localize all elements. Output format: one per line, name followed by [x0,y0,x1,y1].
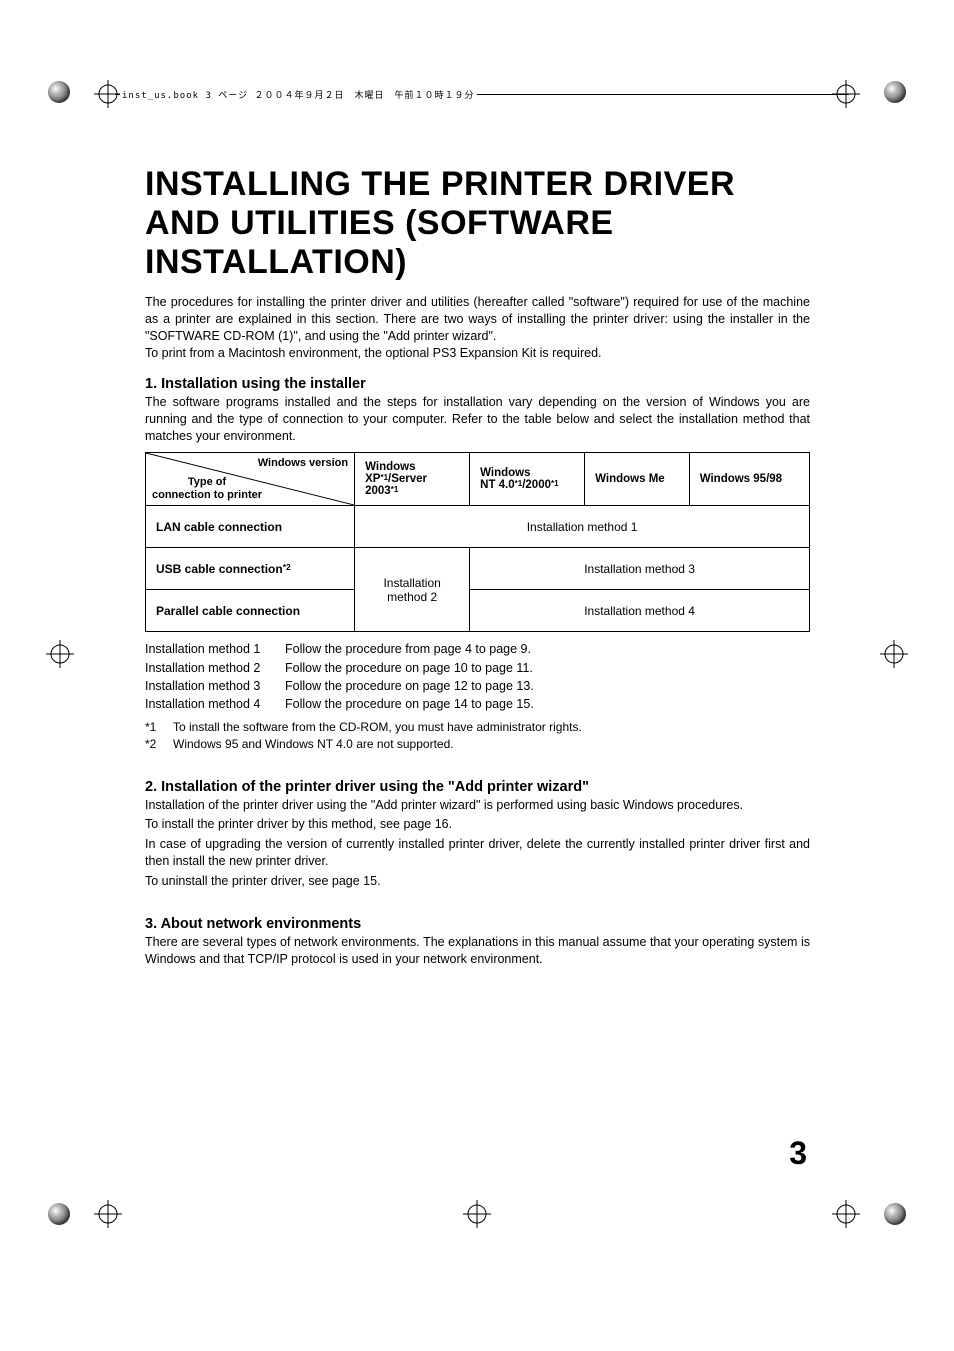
intro-paragraph-2: To print from a Macintosh environment, t… [145,346,602,360]
footnote-1-text: To install the software from the CD-ROM,… [173,719,582,736]
section-2-heading: 2. Installation of the printer driver us… [145,779,810,795]
crop-sphere [884,1203,906,1225]
method-1-text: Follow the procedure from page 4 to page… [285,640,531,658]
method-4-label: Installation method 4 [145,695,285,713]
method-reference-list: Installation method 1Follow the procedur… [145,640,810,713]
column-header-nt: Windows NT 4.0*1/2000*1 [470,453,585,506]
section-2-p4: To uninstall the printer driver, see pag… [145,873,810,890]
section-2-p1: Installation of the printer driver using… [145,797,810,814]
column-header-me: Windows Me [585,453,690,506]
installation-method-table: Windows version Type of connection to pr… [145,452,810,632]
section-1-heading: 1. Installation using the installer [145,376,810,392]
registration-mark [46,640,74,668]
intro-paragraph-1: The procedures for installing the printe… [145,295,810,343]
registration-mark [94,1200,122,1228]
diag-header-bottom: Type of connection to printer [152,476,262,501]
method-2-label: Installation method 2 [145,659,285,677]
registration-mark [880,640,908,668]
section-1-body: The software programs installed and the … [145,394,810,445]
column-header-9598: Windows 95/98 [689,453,809,506]
registration-mark [463,1200,491,1228]
section-2-p2: To install the printer driver by this me… [145,816,810,833]
page-title: INSTALLING THE PRINTER DRIVER AND UTILIT… [145,165,810,282]
row-header-usb: USB cable connection*2 [146,548,355,590]
method-1-label: Installation method 1 [145,640,285,658]
method-3-text: Follow the procedure on page 12 to page … [285,677,534,695]
footnote-2-num: *2 [145,736,173,753]
section-2-p3: In case of upgrading the version of curr… [145,836,810,870]
footnotes: *1To install the software from the CD-RO… [145,719,810,753]
column-header-xp: Windows XP*1/Server 2003*1 [355,453,470,506]
page-number: 3 [789,1135,807,1172]
row-header-parallel: Parallel cable connection [146,590,355,632]
row-header-lan: LAN cable connection [146,506,355,548]
cell-method-4: Installation method 4 [470,590,810,632]
section-3-heading: 3. About network environments [145,916,810,932]
footnote-2-text: Windows 95 and Windows NT 4.0 are not su… [173,736,454,753]
cell-method-3: Installation method 3 [470,548,810,590]
method-4-text: Follow the procedure on page 14 to page … [285,695,534,713]
crop-sphere [48,1203,70,1225]
crop-sphere [48,81,70,103]
diag-header-top: Windows version [258,457,348,469]
registration-mark [832,1200,860,1228]
page-content: INSTALLING THE PRINTER DRIVER AND UTILIT… [145,165,810,968]
header-meta-text: inst_us.book 3 ページ ２００４年９月２日 木曜日 午前１０時１９… [120,88,477,101]
cell-method-1: Installation method 1 [355,506,810,548]
cell-method-2: Installation method 2 [355,548,470,632]
method-2-text: Follow the procedure on page 10 to page … [285,659,533,677]
section-3-body: There are several types of network envir… [145,934,810,968]
table-diagonal-header: Windows version Type of connection to pr… [146,453,355,506]
crop-sphere [884,81,906,103]
footnote-1-num: *1 [145,719,173,736]
method-3-label: Installation method 3 [145,677,285,695]
